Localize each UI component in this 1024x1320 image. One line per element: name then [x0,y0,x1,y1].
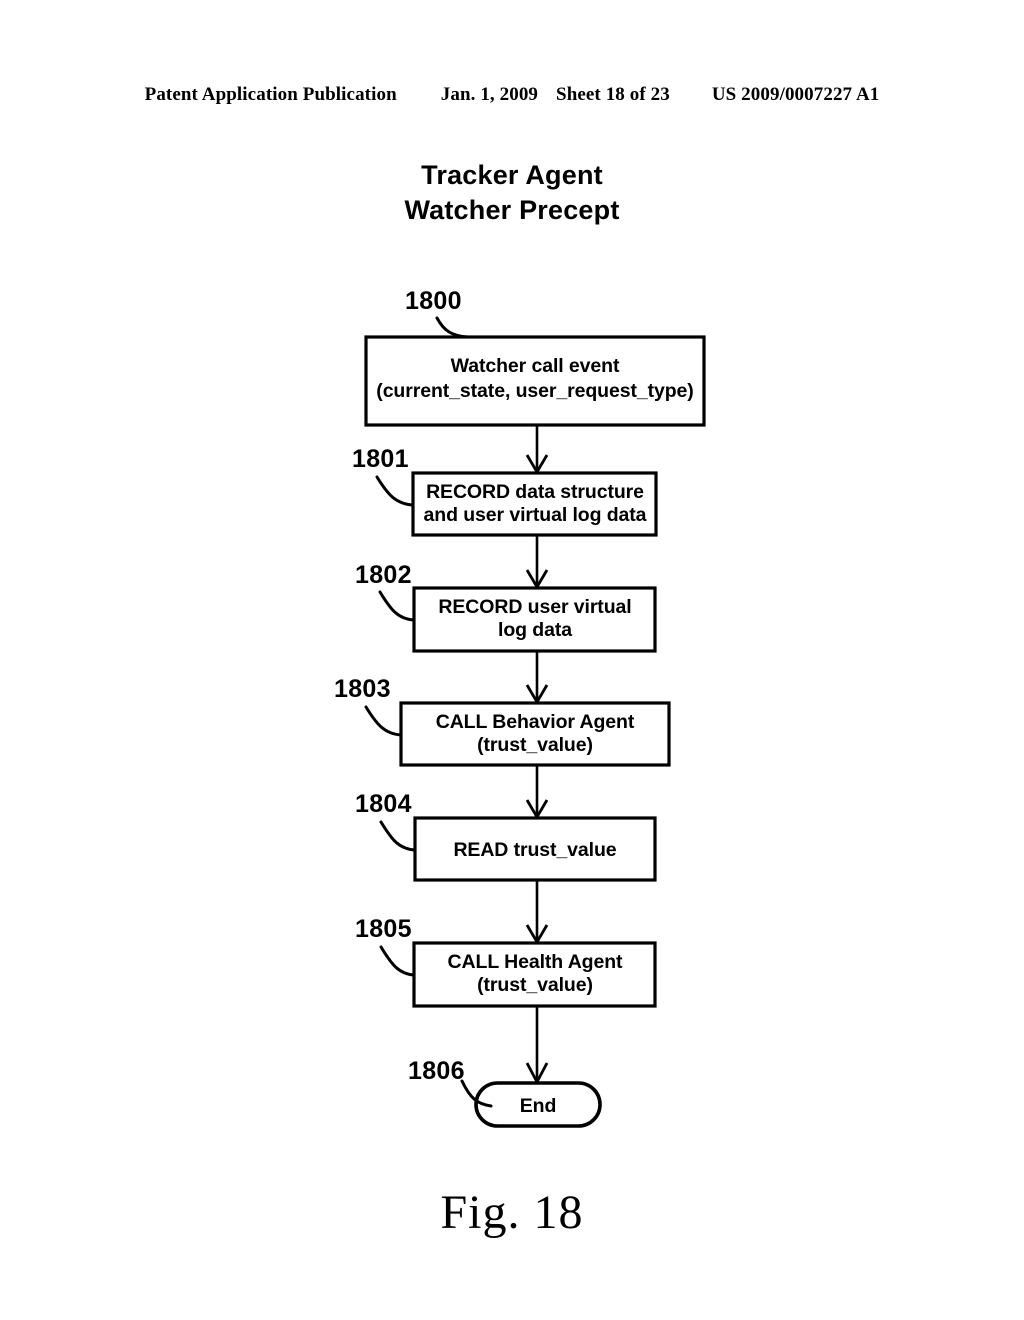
flow-node-1806-label: End [520,1095,557,1117]
flow-ref-1806: 1806 [408,1057,465,1085]
flow-node-1803: CALL Behavior Agent (trust_value) [399,701,671,767]
flow-node-1802: RECORD user virtual log data [412,586,657,653]
flow-node-1803-label-line-2: (trust_value) [477,734,593,756]
flow-node-1800-label-line-2: (current_state, user_request_type) [376,380,693,402]
flow-node-1802-label-line-2: log data [498,619,572,641]
flow-arrow-1803-1804 [525,765,549,820]
flow-node-1800-label-line-1: Watcher call event [451,355,620,377]
flow-node-1804: READ trust_value [413,816,657,882]
flow-arrow-1802-1803 [525,651,549,705]
flow-ref-1801: 1801 [352,445,409,473]
flow-node-1805-label-line-2: (trust_value) [477,974,593,996]
flow-node-1801: RECORD data structure and user virtual l… [411,471,658,537]
flow-ref-1800: 1800 [405,287,462,315]
flow-leader-1805 [379,945,416,977]
flow-leader-1800 [435,316,470,339]
flow-ref-1802: 1802 [355,561,412,589]
flow-ref-1805: 1805 [355,915,412,943]
flow-node-1802-label-line-1: RECORD user virtual [438,596,631,618]
flow-node-1801-label-line-1: RECORD data structure [426,481,644,503]
flow-leader-1801 [375,475,415,507]
flow-node-1805-label-line-1: CALL Health Agent [448,951,623,973]
flow-arrow-1801-1802 [525,535,549,590]
figure-caption: Fig. 18 [440,1186,584,1239]
flow-leader-1804 [379,820,417,852]
flow-arrow-1800-1801 [525,425,549,475]
flow-node-1805: CALL Health Agent (trust_value) [412,941,657,1008]
flow-ref-1804: 1804 [355,790,412,818]
flowchart-diagram: Watcher call event (current_state, user_… [334,287,706,1128]
flow-node-1800: Watcher call event (current_state, user_… [364,335,706,427]
flow-node-1801-label-line-2: and user virtual log data [424,504,647,526]
flow-node-1803-label-line-1: CALL Behavior Agent [436,711,635,733]
flow-node-1806: End [474,1081,602,1128]
flow-leader-1802 [378,590,416,622]
flow-node-1804-label-line-1: READ trust_value [453,839,616,861]
flow-leader-1803 [364,705,403,737]
flow-ref-1803: 1803 [334,675,391,703]
flow-arrow-1805-1806 [525,1006,549,1086]
flow-arrow-1804-1805 [525,880,549,945]
